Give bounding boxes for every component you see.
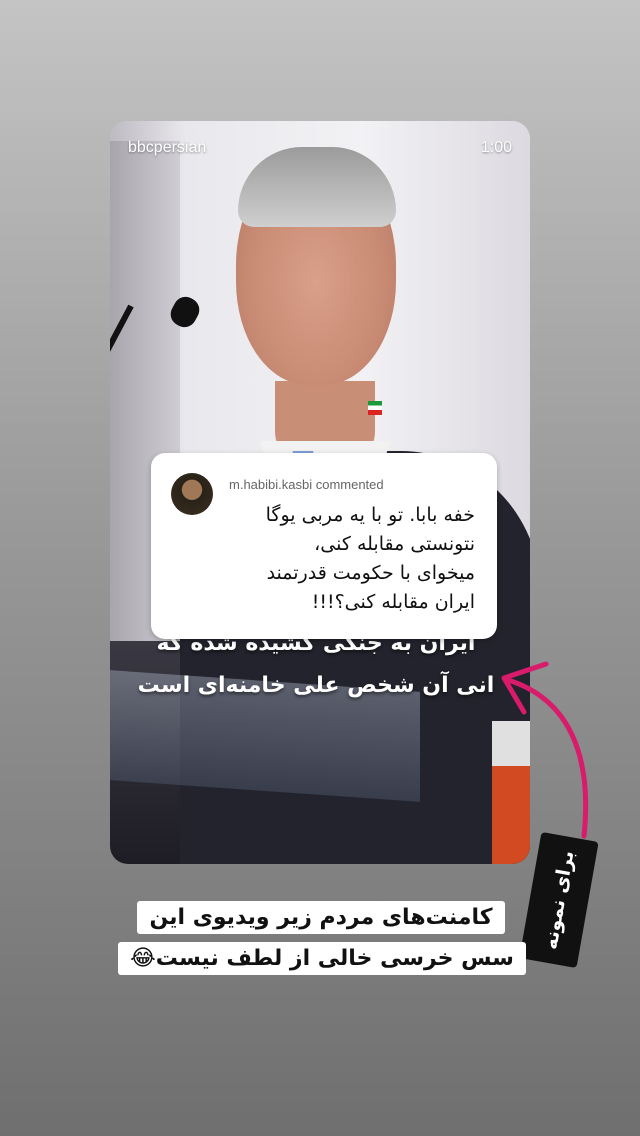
comment-card[interactable]: m.habibi.kasbi commented خفه بابا. تو با…	[151, 453, 497, 639]
sticker-label: برای نمونه	[539, 848, 579, 952]
overlay-text-line-2: سس خرسی خالی از لطف نیست😂	[118, 942, 526, 975]
video-duration: 1:00	[480, 139, 512, 156]
comment-line-4: ایران مقابله کنی؟!!!	[311, 591, 475, 613]
overlay-text-line-1: کامنت‌های مردم زیر ویدیوی این	[137, 901, 505, 934]
account-handle[interactable]: bbcpersian	[128, 139, 206, 157]
comment-text: خفه بابا. تو با یه مربی یوگا نتونستی مقا…	[175, 501, 475, 617]
flag-pin	[368, 401, 382, 415]
comment-line-2: نتونستی مقابله کنی،	[314, 533, 475, 555]
flag-background	[492, 721, 530, 864]
example-sticker: برای نمونه	[519, 831, 599, 969]
comment-line-3: میخوای با حکومت قدرتمند	[266, 562, 475, 584]
comment-username[interactable]: m.habibi.kasbi commented	[229, 477, 384, 492]
video-caption-line-2: انی آن شخص علی خامنه‌ای است	[137, 673, 495, 698]
comment-line-1: خفه بابا. تو با یه مربی یوگا	[265, 504, 475, 526]
